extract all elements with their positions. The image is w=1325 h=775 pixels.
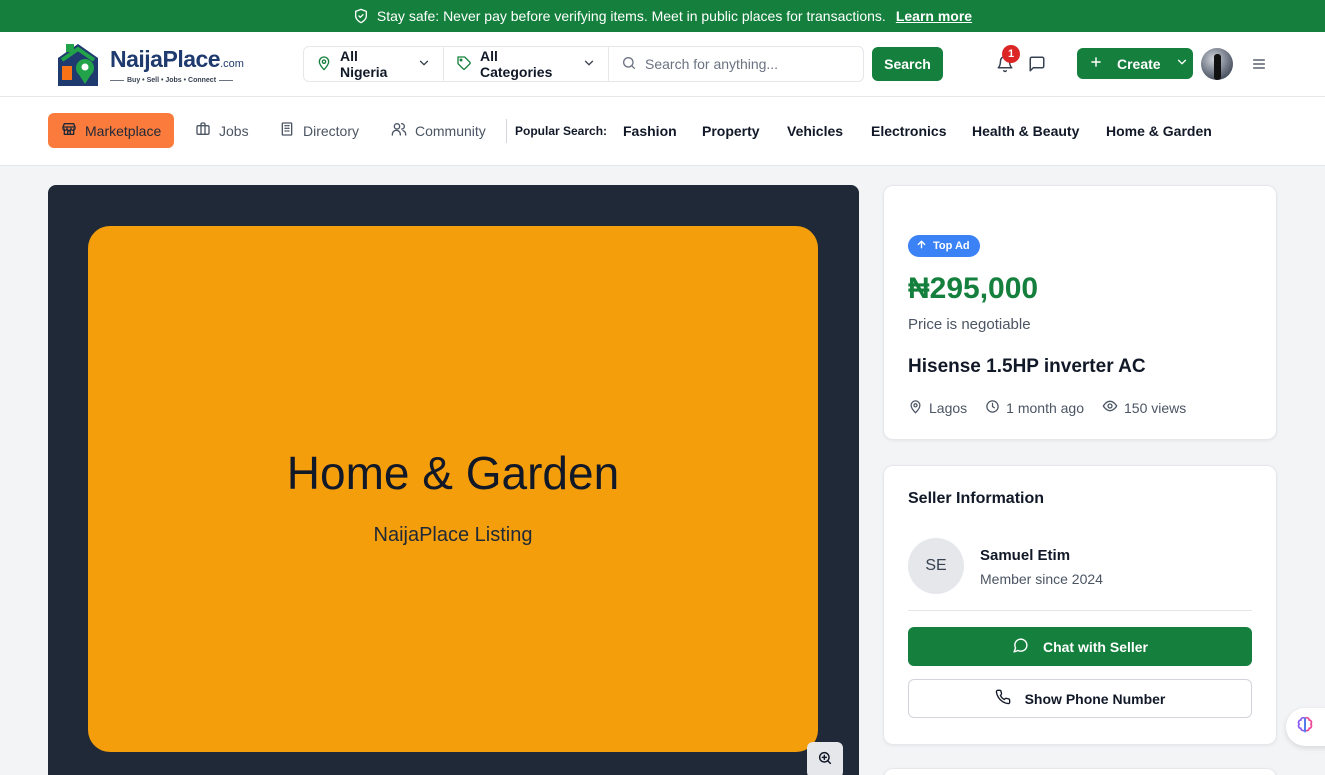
menu-icon[interactable] (1247, 52, 1271, 76)
map-pin-icon (316, 55, 332, 74)
zoom-in-icon (817, 750, 833, 771)
create-button[interactable]: Create (1077, 48, 1193, 79)
popular-search-item[interactable]: Health & Beauty (972, 123, 1079, 139)
map-pin-icon (908, 399, 923, 417)
popular-search-item[interactable]: Fashion (623, 123, 677, 139)
eye-icon (1102, 398, 1118, 417)
safety-banner: Stay safe: Never pay before verifying it… (0, 0, 1325, 32)
create-label: Create (1117, 55, 1161, 72)
listing-image[interactable]: Home & Garden NaijaPlace Listing (88, 226, 818, 752)
seller-member-since: Member since 2024 (980, 571, 1103, 587)
tag-icon (456, 55, 472, 74)
divider (908, 610, 1252, 611)
users-icon (391, 121, 407, 140)
message-square-icon[interactable] (1025, 52, 1049, 76)
shield-check-icon (353, 8, 369, 24)
logo-name: NaijaPlace.com (110, 45, 244, 72)
store-icon (61, 121, 77, 140)
listing-info-card: Top Ad ₦295,000 Price is negotiable Hise… (883, 185, 1277, 440)
listing-image-title: Home & Garden (286, 447, 620, 499)
popular-search-label: Popular Search: (515, 124, 608, 138)
learn-more-link[interactable]: Learn more (896, 8, 972, 24)
building-icon (279, 121, 295, 140)
next-card (883, 768, 1277, 775)
location-meta: Lagos (908, 398, 967, 417)
negotiable-text: Price is negotiable (908, 316, 1031, 333)
nav-label: Directory (303, 122, 360, 139)
logo-mark-icon (52, 40, 104, 90)
seller-heading: Seller Information (908, 490, 1045, 507)
top-ad-label: Top Ad (933, 240, 970, 252)
category-label: All Categories (480, 48, 553, 80)
briefcase-icon (195, 121, 211, 140)
clock-icon (985, 399, 1000, 417)
chevron-down-icon (1175, 55, 1189, 72)
posted-meta: 1 month ago (985, 398, 1084, 417)
popular-search-item[interactable]: Electronics (871, 123, 946, 139)
popular-search-item[interactable]: Vehicles (787, 123, 843, 139)
seller-avatar[interactable]: SE (908, 538, 964, 594)
plus-icon (1089, 55, 1103, 72)
views-meta: 150 views (1102, 398, 1186, 417)
chevron-down-icon (582, 56, 596, 73)
search-input[interactable]: Search for anything... (609, 47, 863, 81)
nav-label: Marketplace (85, 122, 162, 139)
chat-with-seller-button[interactable]: Chat with Seller (908, 627, 1252, 666)
seller-info-card: Seller Information SE Samuel Etim Member… (883, 465, 1277, 745)
ai-assistant-button[interactable] (1286, 708, 1325, 746)
nav-item-directory[interactable]: Directory (279, 113, 359, 148)
nav-label: Jobs (219, 122, 249, 139)
popular-search-item[interactable]: Property (702, 123, 760, 139)
popular-search-item[interactable]: Home & Garden (1106, 123, 1212, 139)
image-gallery: Home & Garden NaijaPlace Listing (48, 185, 859, 775)
site-header: NaijaPlace.com Buy • Sell • Jobs • Conne… (0, 32, 1325, 97)
nav-divider (506, 119, 507, 143)
location-label: All Nigeria (340, 48, 388, 80)
search-button[interactable]: Search (872, 47, 943, 81)
safety-banner-text: Stay safe: Never pay before verifying it… (376, 8, 886, 24)
seller-name[interactable]: Samuel Etim (980, 547, 1070, 564)
listing-price: ₦295,000 (908, 272, 1039, 305)
nav-item-community[interactable]: Community (391, 113, 486, 148)
show-phone-button[interactable]: Show Phone Number (908, 679, 1252, 718)
zoom-button[interactable] (807, 742, 843, 775)
chevron-down-icon (417, 56, 431, 73)
notification-badge: 1 (1002, 45, 1020, 63)
search-icon (621, 55, 637, 74)
search-placeholder: Search for anything... (645, 56, 779, 72)
nav-item-jobs[interactable]: Jobs (195, 113, 249, 148)
logo-tagline: Buy • Sell • Jobs • Connect (110, 77, 244, 84)
location-dropdown[interactable]: All Nigeria (304, 47, 444, 81)
site-logo[interactable]: NaijaPlace.com Buy • Sell • Jobs • Conne… (52, 40, 244, 90)
user-avatar[interactable] (1201, 48, 1233, 80)
search-bar: All Nigeria All Categories Search for an… (303, 46, 864, 82)
listing-image-subtitle: NaijaPlace Listing (373, 524, 533, 546)
arrow-up-icon (916, 239, 927, 253)
listing-title: Hisense 1.5HP inverter AC (908, 356, 1146, 377)
listing-meta: Lagos 1 month ago 150 views (908, 398, 1186, 417)
phone-icon (995, 689, 1011, 708)
nav-label: Community (415, 122, 486, 139)
nav-item-marketplace[interactable]: Marketplace (48, 113, 175, 148)
top-ad-badge: Top Ad (908, 235, 980, 257)
main-nav: Marketplace Jobs Directory Community Pop… (0, 97, 1325, 166)
brain-icon (1295, 715, 1315, 740)
category-dropdown[interactable]: All Categories (444, 47, 609, 81)
message-circle-icon (1012, 637, 1029, 657)
